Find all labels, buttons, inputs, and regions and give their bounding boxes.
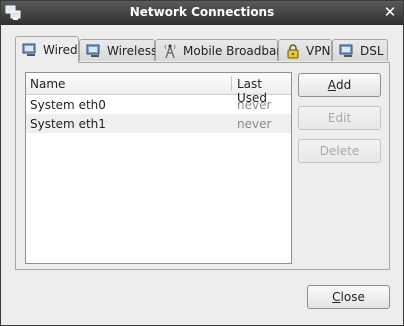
column-divider bbox=[231, 76, 232, 91]
tab-label: VPN bbox=[306, 43, 331, 58]
add-button-mnemonic: A bbox=[327, 78, 336, 92]
close-icon[interactable]: ✕ bbox=[382, 4, 398, 20]
connection-name: System eth0 bbox=[30, 98, 106, 112]
close-button[interactable]: Close bbox=[307, 285, 390, 309]
tab-wired[interactable]: Wired bbox=[15, 36, 79, 63]
add-button[interactable]: Add bbox=[298, 73, 381, 97]
mobile-broadband-icon bbox=[162, 43, 178, 59]
delete-button[interactable]: Delete bbox=[298, 139, 381, 163]
network-connections-window: Network Connections ✕ Wired Wireless Mob… bbox=[0, 0, 404, 326]
tab-label: Wired bbox=[43, 43, 78, 57]
wireless-icon bbox=[86, 43, 102, 59]
table-row[interactable]: System eth1 never bbox=[26, 114, 291, 133]
window-title: Network Connections bbox=[129, 5, 275, 19]
tab-label: DSL bbox=[360, 43, 384, 58]
vpn-lock-icon bbox=[285, 43, 301, 59]
close-button-mnemonic: C bbox=[332, 290, 341, 304]
tab-vpn[interactable]: VPN bbox=[278, 39, 332, 61]
tab-mobile-broadband[interactable]: Mobile Broadband bbox=[155, 39, 292, 61]
connection-last-used: never bbox=[237, 98, 272, 112]
wired-icon bbox=[22, 42, 38, 58]
add-button-label-rest: dd bbox=[335, 78, 352, 92]
connection-name: System eth1 bbox=[30, 117, 106, 131]
tab-dsl[interactable]: DSL bbox=[332, 39, 388, 61]
tab-label: Mobile Broadband bbox=[183, 43, 292, 58]
connections-table[interactable]: Name Last Used System eth0 never System … bbox=[25, 72, 292, 264]
connection-last-used: never bbox=[237, 117, 272, 131]
close-button-label-rest: lose bbox=[340, 290, 365, 304]
wired-tab-panel: Name Last Used System eth0 never System … bbox=[15, 62, 390, 270]
titlebar[interactable]: Network Connections ✕ bbox=[1, 1, 403, 25]
edit-button[interactable]: Edit bbox=[298, 106, 381, 130]
tab-label: Wireless bbox=[107, 43, 158, 58]
tab-wireless[interactable]: Wireless bbox=[79, 39, 158, 61]
dsl-icon bbox=[339, 43, 355, 59]
table-row[interactable]: System eth0 never bbox=[26, 95, 291, 114]
column-header-name[interactable]: Name bbox=[30, 77, 65, 91]
table-header: Name Last Used bbox=[26, 73, 291, 105]
